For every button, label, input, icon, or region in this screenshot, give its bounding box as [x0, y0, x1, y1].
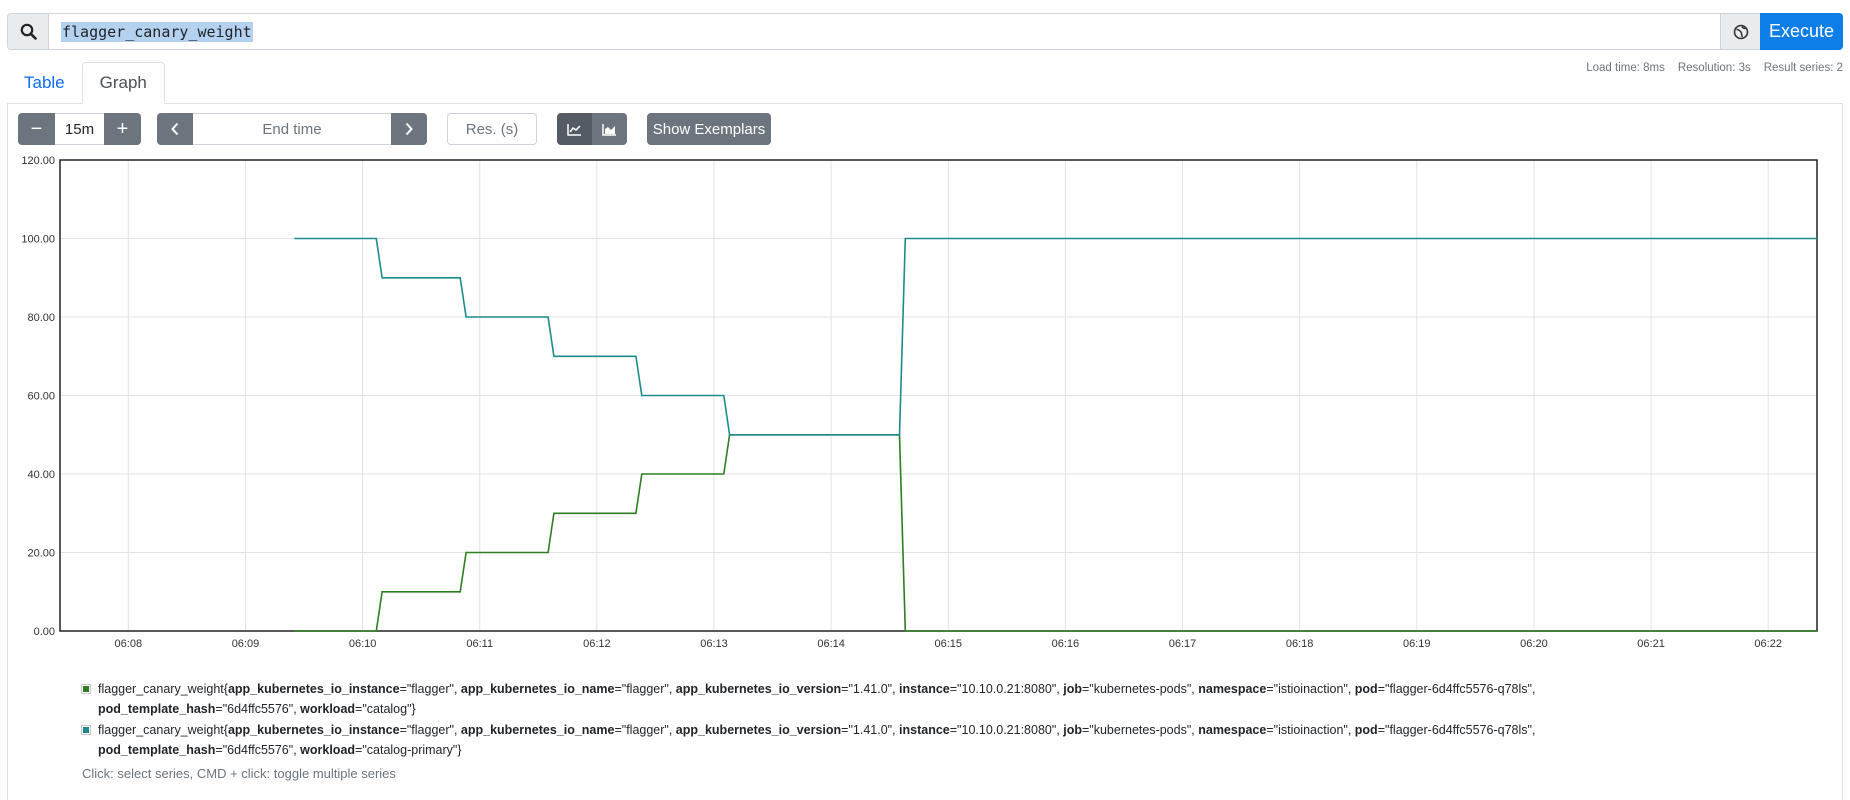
legend-labels-line-1: flagger_canary_weight{app_kubernetes_io_…: [98, 682, 1536, 696]
y-tick-label: 40.00: [27, 469, 55, 481]
x-tick-label: 06:18: [1286, 638, 1314, 650]
x-tick-label: 06:14: [817, 638, 845, 650]
legend-labels-line-1: flagger_canary_weight{app_kubernetes_io_…: [98, 723, 1536, 737]
range-input[interactable]: 15m: [55, 113, 104, 145]
legend-hint: Click: select series, CMD + click: toggl…: [82, 766, 396, 781]
y-tick-label: 80.00: [27, 312, 55, 324]
end-time-input[interactable]: End time: [193, 113, 391, 145]
end-time-control: End time: [157, 113, 427, 145]
x-tick-label: 06:10: [349, 638, 377, 650]
query-bar: flagger_canary_weight Execute: [7, 13, 1843, 50]
x-tick-label: 06:20: [1520, 638, 1548, 650]
chart-type-toggle: [557, 113, 627, 145]
x-tick-label: 06:08: [115, 638, 143, 650]
y-tick-label: 20.00: [27, 548, 55, 560]
load-time: Load time: 8ms: [1586, 62, 1665, 74]
series-color-swatch: [81, 725, 91, 735]
execute-button[interactable]: Execute: [1760, 13, 1843, 50]
x-tick-label: 06:09: [232, 638, 260, 650]
x-tick-label: 06:13: [700, 638, 728, 650]
legend-labels-line-2: pod_template_hash="6d4ffc5576", workload…: [98, 702, 416, 716]
line-chart-button[interactable]: [557, 113, 592, 145]
series-line-2: [294, 237, 1817, 436]
line-chart-icon: [567, 123, 581, 136]
y-tick-label: 0.00: [34, 626, 55, 638]
legend-labels-line-2: pod_template_hash="6d4ffc5576", workload…: [98, 743, 462, 757]
y-tick-label: 120.00: [21, 155, 55, 167]
graph-chart[interactable]: 0.00 20.00 40.00 60.00 80.00 100.00 120.00 06:0…: [0, 150, 1850, 655]
show-exemplars-button[interactable]: Show Exemplars: [647, 113, 771, 145]
chevron-left-icon: [171, 122, 179, 136]
metrics-explorer-icon[interactable]: [1720, 14, 1760, 49]
view-tabs: Table Graph: [7, 62, 165, 104]
expression-text: flagger_canary_weight: [61, 21, 253, 42]
tab-table[interactable]: Table: [7, 62, 82, 104]
x-tick-label: 06:19: [1403, 638, 1431, 650]
series-color-swatch: [81, 684, 91, 694]
previous-time-button[interactable]: [157, 113, 193, 145]
result-series-stat: Result series: 2: [1763, 62, 1843, 74]
increase-range-button[interactable]: +: [104, 113, 141, 145]
series-line-1: [294, 433, 1817, 632]
expression-input[interactable]: flagger_canary_weight: [49, 14, 1720, 49]
next-time-button[interactable]: [391, 113, 427, 145]
resolution-stat: Resolution: 3s: [1677, 62, 1751, 74]
chevron-right-icon: [405, 122, 413, 136]
tab-graph[interactable]: Graph: [81, 62, 165, 104]
resolution-input[interactable]: Res. (s): [447, 113, 537, 145]
x-tick-label: 06:22: [1754, 638, 1782, 650]
x-tick-label: 06:21: [1637, 638, 1665, 650]
x-tick-label: 06:17: [1169, 638, 1197, 650]
legend-item[interactable]: flagger_canary_weight{app_kubernetes_io_…: [80, 679, 1600, 719]
y-tick-label: 100.00: [21, 234, 55, 246]
stacked-chart-button[interactable]: [592, 113, 627, 145]
x-tick-label: 06:15: [934, 638, 962, 650]
x-tick-label: 06:11: [466, 638, 493, 650]
area-chart-icon: [602, 123, 616, 136]
decrease-range-button[interactable]: −: [18, 113, 55, 145]
legend-item[interactable]: flagger_canary_weight{app_kubernetes_io_…: [80, 720, 1600, 760]
series-legend: flagger_canary_weight{app_kubernetes_io_…: [80, 679, 1600, 761]
y-tick-label: 60.00: [27, 391, 55, 403]
x-tick-label: 06:16: [1052, 638, 1080, 650]
search-icon: [8, 14, 49, 49]
x-tick-label: 06:12: [583, 638, 611, 650]
range-control: − 15m +: [18, 113, 141, 145]
query-stats: Load time: 8ms Resolution: 3s Result ser…: [1586, 62, 1843, 74]
